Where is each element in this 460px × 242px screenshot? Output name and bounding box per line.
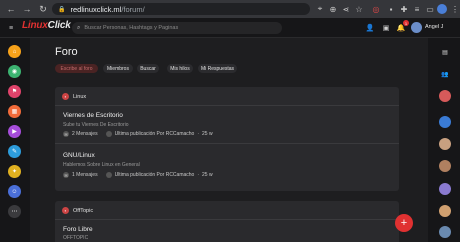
last-post-age: 25 w — [202, 131, 213, 137]
site-logo[interactable]: LinuxClick — [22, 20, 71, 31]
forum-meta: ✉ 1 Mensajes Ultima publicación Por RCCa… — [63, 172, 213, 178]
share-icon[interactable]: ⋖ — [340, 3, 352, 15]
last-post[interactable]: Ultima publicación Por RCCamacho — [115, 131, 195, 137]
user-avatar[interactable] — [411, 22, 422, 33]
category-icon: ▪ — [62, 207, 69, 214]
category-card-linux: ▪ Linux Viernes de Escritorio Sube tu Vi… — [55, 87, 399, 191]
last-post[interactable]: Ultima publicación Por RCCamacho — [115, 172, 195, 178]
contact-avatar[interactable] — [439, 183, 451, 195]
category-header[interactable]: ▪ Linux — [62, 93, 86, 100]
divider — [55, 143, 399, 144]
browser-menu-icon[interactable]: ⋮ — [449, 3, 460, 15]
contact-avatar[interactable] — [439, 138, 451, 150]
category-name: OffTopic — [73, 207, 94, 214]
tab-my-threads[interactable]: Mis hilos — [167, 64, 193, 73]
sidebar-forum-icon[interactable]: ✎ — [8, 145, 21, 158]
contact-avatar[interactable] — [439, 90, 451, 102]
search-input[interactable]: ⌕ Buscar Personas, Hashtags y Paginas — [72, 22, 282, 34]
contact-avatar[interactable] — [439, 205, 451, 217]
forum-title[interactable]: GNU/Linux — [63, 152, 95, 159]
location-icon[interactable]: ⌖ — [314, 3, 326, 15]
divider — [55, 105, 399, 106]
sidebar-groups-icon[interactable]: ◉ — [8, 65, 21, 78]
sidebar-people-icon[interactable]: ☺ — [8, 185, 21, 198]
new-post-button[interactable]: + — [395, 214, 413, 232]
category-header[interactable]: ▪ OffTopic — [62, 207, 93, 214]
extension-icon[interactable]: ▪ — [385, 3, 397, 15]
search-icon: ⌕ — [77, 24, 81, 31]
browser-toolbar: ← → ↻ 🔒 redlinuxclick.ml/forum/ ⌖ ⊕ ⋖ ☆ … — [0, 0, 460, 18]
lock-icon: 🔒 — [58, 6, 66, 13]
category-name: Linux — [73, 93, 87, 100]
sidebar-more-icon[interactable]: ⋯ — [8, 205, 21, 218]
search-placeholder: Buscar Personas, Hashtags y Paginas — [84, 25, 179, 31]
site-header: ≡ LinuxClick ⌕ Buscar Personas, Hashtags… — [0, 18, 460, 38]
contact-avatar[interactable] — [439, 160, 451, 172]
forward-icon[interactable]: → — [20, 0, 34, 18]
forum-main: Foro Escribe al foro Miembros Buscar Mis… — [30, 38, 428, 242]
add-user-icon[interactable]: 👤 — [364, 22, 376, 34]
notification-badge: 1 — [403, 20, 409, 26]
chat-icon[interactable]: ▤ — [439, 46, 451, 58]
tab-write-forum[interactable]: Escribe al foro — [55, 64, 98, 73]
sidebar-home-icon[interactable]: ⌂ — [8, 45, 21, 58]
forum-description: OFFTOPIC — [63, 235, 89, 241]
sidebar-photos-icon[interactable]: ▦ — [8, 105, 21, 118]
contacts-icon[interactable]: 👥 — [439, 68, 451, 80]
last-poster-avatar — [105, 131, 112, 137]
profile-avatar[interactable] — [437, 4, 447, 14]
forum-title[interactable]: Foro Libre — [63, 226, 93, 233]
notifications-icon[interactable]: 🔔 1 — [395, 20, 409, 34]
url-host: redlinuxclick.ml — [70, 4, 122, 14]
left-sidebar: ⌂ ◉ ⚑ ▦ ▶ ✎ ✦ ☺ ⋯ — [0, 38, 30, 242]
forum-description: Hablemos Sobre Linux en General — [63, 162, 140, 168]
sidebar-videos-icon[interactable]: ▶ — [8, 125, 21, 138]
forum-description: Sube tu Viernes De Escritorio — [63, 122, 129, 128]
last-poster-avatar — [105, 172, 112, 178]
puzzle-icon[interactable]: ✚ — [398, 3, 410, 15]
right-sidebar: ▤ 👥 — [428, 38, 460, 242]
forum-title[interactable]: Viernes de Escritorio — [63, 112, 123, 119]
url-path: /forum/ — [121, 4, 145, 14]
tab-members[interactable]: Miembros — [103, 64, 133, 73]
messages-icon[interactable]: ▣ — [380, 22, 392, 34]
address-bar[interactable]: 🔒 redlinuxclick.ml/forum/ — [52, 3, 310, 15]
forum-meta: ✉ 2 Mensajes Ultima publicación Por RCCa… — [63, 131, 213, 137]
message-count: 2 Mensajes — [72, 131, 98, 137]
category-card-offtopic: ▪ OffTopic Foro Libre OFFTOPIC — [55, 201, 399, 242]
window-icon[interactable]: ▭ — [424, 3, 436, 15]
divider — [55, 219, 399, 220]
hamburger-menu-icon[interactable]: ≡ — [5, 22, 17, 34]
message-count: 1 Mensajes — [72, 172, 98, 178]
last-post-age: 25 w — [202, 172, 213, 178]
page-title: Foro — [55, 46, 78, 58]
reading-list-icon[interactable]: ≡ — [411, 3, 423, 15]
messages-icon: ✉ — [63, 131, 69, 137]
sidebar-events-icon[interactable]: ✦ — [8, 165, 21, 178]
tab-search[interactable]: Buscar — [137, 64, 159, 73]
bookmark-star-icon[interactable]: ☆ — [353, 3, 365, 15]
sidebar-pages-icon[interactable]: ⚑ — [8, 85, 21, 98]
extension-target-icon[interactable]: ◎ — [370, 3, 382, 15]
category-icon: ▪ — [62, 93, 69, 100]
contact-avatar[interactable] — [439, 226, 451, 238]
zoom-icon[interactable]: ⊕ — [327, 3, 339, 15]
tab-my-replies[interactable]: Mi Respuestas — [198, 64, 237, 73]
back-icon[interactable]: ← — [4, 0, 18, 18]
reload-icon[interactable]: ↻ — [36, 0, 50, 18]
contact-avatar[interactable] — [439, 116, 451, 128]
messages-icon: ✉ — [63, 172, 69, 178]
user-name[interactable]: Angel J — [425, 24, 443, 30]
